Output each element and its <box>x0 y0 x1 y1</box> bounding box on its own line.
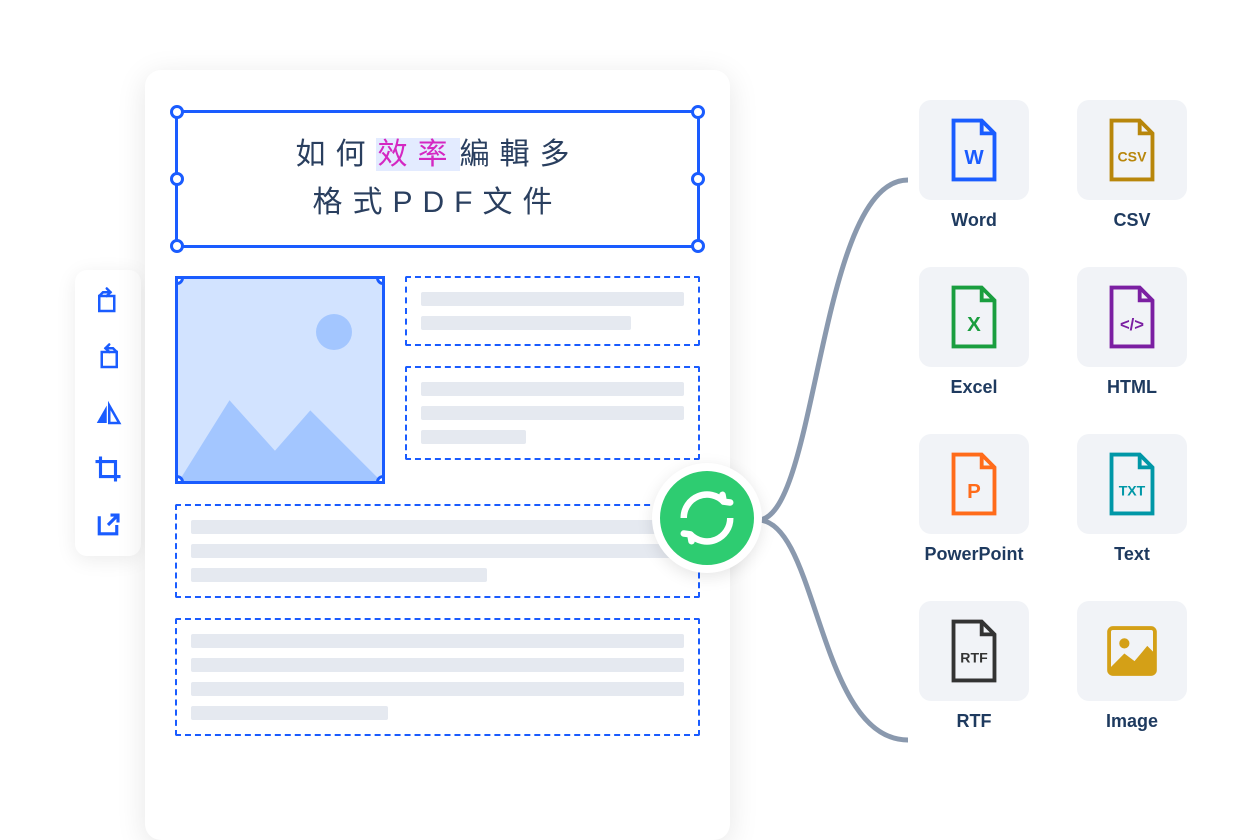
format-excel[interactable]: X Excel <box>910 267 1038 398</box>
export-button[interactable] <box>89 506 127 544</box>
svg-text:TXT: TXT <box>1119 483 1146 499</box>
text-line <box>421 292 684 306</box>
word-file-icon: W <box>919 100 1029 200</box>
csv-file-icon: CSV <box>1077 100 1187 200</box>
text-line <box>421 382 684 396</box>
title-text: 如何效率編輯多 格式PDF文件 <box>198 131 677 227</box>
convert-sync-icon <box>652 463 762 573</box>
format-label: PowerPoint <box>924 544 1023 565</box>
html-file-icon: </> <box>1077 267 1187 367</box>
svg-text:RTF: RTF <box>960 650 988 666</box>
image-sun-shape <box>316 314 352 350</box>
resize-handle[interactable] <box>376 475 385 484</box>
editable-title-box[interactable]: 如何效率編輯多 格式PDF文件 <box>175 110 700 248</box>
svg-text:CSV: CSV <box>1118 149 1148 165</box>
text-line <box>191 706 388 720</box>
text-line <box>421 316 631 330</box>
svg-text:</>: </> <box>1120 315 1144 334</box>
resize-handle[interactable] <box>170 105 184 119</box>
rotate-right-button[interactable] <box>89 282 127 320</box>
powerpoint-file-icon: P <box>919 434 1029 534</box>
format-label: Image <box>1106 711 1158 732</box>
format-label: Text <box>1114 544 1150 565</box>
pdf-document-preview: 如何效率編輯多 格式PDF文件 <box>145 70 730 840</box>
text-line <box>191 568 487 582</box>
format-label: CSV <box>1113 210 1150 231</box>
format-word[interactable]: W Word <box>910 100 1038 231</box>
format-html[interactable]: </> HTML <box>1068 267 1196 398</box>
format-csv[interactable]: CSV CSV <box>1068 100 1196 231</box>
crop-button[interactable] <box>89 450 127 488</box>
resize-handle[interactable] <box>691 105 705 119</box>
resize-handle[interactable] <box>691 172 705 186</box>
text-block-placeholder[interactable] <box>175 618 700 736</box>
text-line <box>191 634 684 648</box>
image-file-icon <box>1077 601 1187 701</box>
format-label: RTF <box>957 711 992 732</box>
text-block-placeholder[interactable] <box>175 504 700 598</box>
flip-button[interactable] <box>89 394 127 432</box>
text-line <box>421 406 684 420</box>
text-line <box>191 682 684 696</box>
text-file-icon: TXT <box>1077 434 1187 534</box>
text-line <box>191 544 684 558</box>
image-mountain-shape <box>178 370 382 481</box>
svg-text:W: W <box>964 146 984 169</box>
text-block-placeholder[interactable] <box>405 276 700 346</box>
resize-handle[interactable] <box>376 276 385 285</box>
svg-text:P: P <box>967 480 981 503</box>
text-line <box>191 658 684 672</box>
excel-file-icon: X <box>919 267 1029 367</box>
format-powerpoint[interactable]: P PowerPoint <box>910 434 1038 565</box>
format-image[interactable]: Image <box>1068 601 1196 732</box>
svg-text:X: X <box>967 313 981 336</box>
format-label: HTML <box>1107 377 1157 398</box>
connector-lines <box>758 150 908 770</box>
selected-image-placeholder[interactable] <box>175 276 385 484</box>
resize-handle[interactable] <box>691 239 705 253</box>
format-label: Word <box>951 210 997 231</box>
rtf-file-icon: RTF <box>919 601 1029 701</box>
export-format-grid: W Word CSV CSV X Excel <box>910 100 1196 732</box>
text-line <box>421 430 526 444</box>
format-text[interactable]: TXT Text <box>1068 434 1196 565</box>
text-block-placeholder[interactable] <box>405 366 700 460</box>
resize-handle[interactable] <box>175 276 184 285</box>
image-edit-toolbar <box>75 270 141 556</box>
resize-handle[interactable] <box>170 172 184 186</box>
format-rtf[interactable]: RTF RTF <box>910 601 1038 732</box>
rotate-left-button[interactable] <box>89 338 127 376</box>
format-label: Excel <box>950 377 997 398</box>
text-line <box>191 520 684 534</box>
resize-handle[interactable] <box>170 239 184 253</box>
